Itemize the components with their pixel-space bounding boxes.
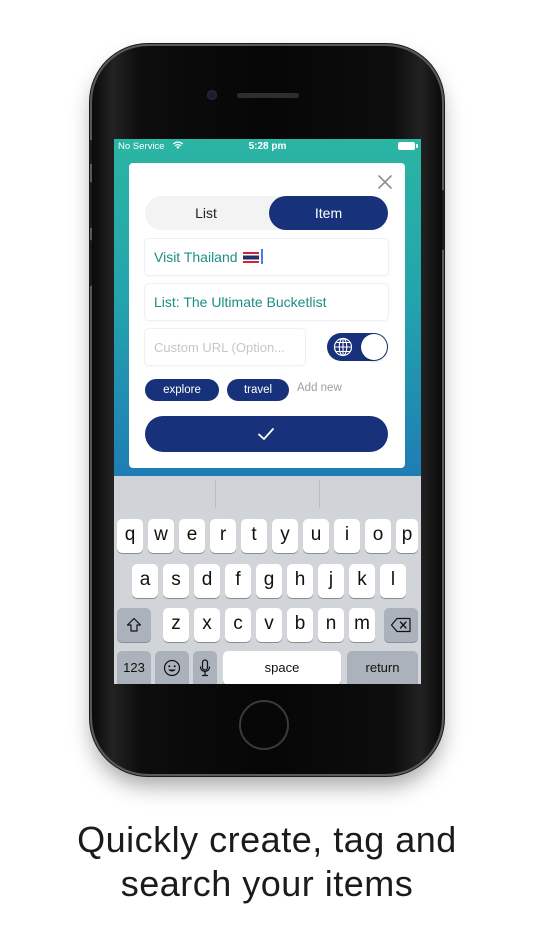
caption-line-2: search your items	[120, 863, 414, 904]
key-n[interactable]: n	[318, 608, 344, 642]
front-camera	[207, 90, 217, 100]
key-l[interactable]: l	[380, 564, 406, 598]
volume-down-button	[89, 240, 92, 286]
key-o[interactable]: o	[365, 519, 391, 553]
keyboard: q w e r t y u i o p a s d f g h j k l z …	[114, 476, 421, 684]
key-u[interactable]: u	[303, 519, 329, 553]
key-x[interactable]: x	[194, 608, 220, 642]
volume-up-button	[89, 182, 92, 228]
numbers-key[interactable]: 123	[117, 651, 151, 684]
return-key[interactable]: return	[347, 651, 418, 684]
public-visibility-toggle[interactable]	[327, 333, 388, 361]
key-h[interactable]: h	[287, 564, 313, 598]
save-item-button[interactable]	[145, 416, 388, 452]
key-f[interactable]: f	[225, 564, 251, 598]
marketing-caption: Quickly create, tag and search your item…	[0, 818, 534, 906]
checkmark-icon	[258, 428, 274, 440]
emoji-icon	[163, 659, 181, 677]
backspace-key[interactable]	[384, 608, 418, 642]
key-c[interactable]: c	[225, 608, 251, 642]
toggle-knob	[361, 334, 387, 360]
text-caret	[260, 249, 263, 264]
globe-icon	[333, 337, 353, 357]
key-v[interactable]: v	[256, 608, 282, 642]
power-button	[442, 190, 445, 250]
key-m[interactable]: m	[349, 608, 375, 642]
key-g[interactable]: g	[256, 564, 282, 598]
list-item-segmented-control: List Item	[145, 196, 388, 230]
shift-key[interactable]	[117, 608, 151, 642]
microphone-icon	[199, 659, 211, 677]
custom-url-placeholder: Custom URL (Option...	[154, 340, 286, 355]
segment-list-tab[interactable]: List	[145, 196, 267, 230]
thai-flag-emoji	[242, 252, 259, 263]
key-y[interactable]: y	[272, 519, 298, 553]
mute-switch	[89, 140, 92, 164]
key-e[interactable]: e	[179, 519, 205, 553]
segment-item-tab[interactable]: Item	[269, 196, 388, 230]
status-bar: No Service 5:28 pm	[114, 139, 421, 155]
dictation-key[interactable]	[193, 651, 217, 684]
key-s[interactable]: s	[163, 564, 189, 598]
list-selector-field[interactable]: List: The Ultimate Bucketlist	[145, 284, 388, 320]
item-title-input[interactable]: Visit Thailand	[145, 239, 388, 275]
backspace-icon	[390, 617, 411, 633]
key-j[interactable]: j	[318, 564, 344, 598]
key-p[interactable]: p	[396, 519, 418, 553]
predictive-text-bar	[114, 476, 421, 512]
shift-icon	[126, 617, 142, 632]
create-item-modal: List Item Visit Thailand List: The Ultim…	[129, 163, 405, 468]
earpiece-speaker	[237, 93, 299, 98]
custom-url-input[interactable]: Custom URL (Option...	[145, 329, 305, 365]
tag-travel[interactable]: travel	[227, 379, 289, 401]
battery-icon	[398, 142, 418, 150]
emoji-key[interactable]	[155, 651, 189, 684]
key-i[interactable]: i	[334, 519, 360, 553]
item-title-text-wrap: Visit Thailand	[154, 249, 263, 265]
item-title-value: Visit Thailand	[154, 249, 238, 265]
caption-line-1: Quickly create, tag and	[77, 819, 457, 860]
key-k[interactable]: k	[349, 564, 375, 598]
key-b[interactable]: b	[287, 608, 313, 642]
home-button[interactable]	[239, 700, 289, 750]
add-new-tag-input[interactable]: Add new	[297, 382, 342, 394]
space-key[interactable]: space	[223, 651, 341, 684]
key-q[interactable]: q	[117, 519, 143, 553]
tag-explore[interactable]: explore	[145, 379, 219, 401]
key-w[interactable]: w	[148, 519, 174, 553]
key-a[interactable]: a	[132, 564, 158, 598]
key-d[interactable]: d	[194, 564, 220, 598]
list-selector-value: List: The Ultimate Bucketlist	[154, 294, 327, 310]
key-r[interactable]: r	[210, 519, 236, 553]
status-time: 5:28 pm	[248, 141, 287, 152]
key-t[interactable]: t	[241, 519, 267, 553]
key-z[interactable]: z	[163, 608, 189, 642]
suggestion-divider	[319, 480, 320, 508]
suggestion-divider	[215, 480, 216, 508]
close-icon[interactable]	[376, 173, 394, 191]
phone-screen: No Service 5:28 pm List Item Visit Thail…	[114, 139, 421, 684]
